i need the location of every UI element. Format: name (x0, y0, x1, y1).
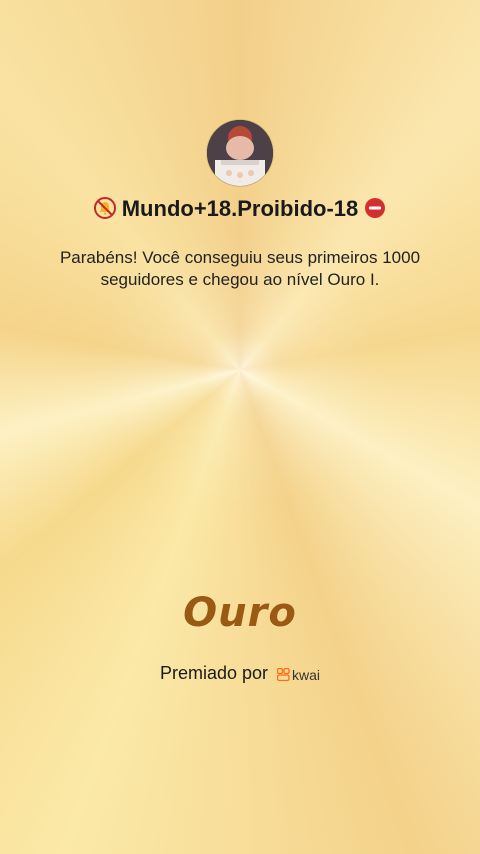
achievement-message: Parabéns! Você conseguiu seus primeiros … (59, 248, 421, 289)
avatar-image (207, 120, 273, 186)
no-bell-icon (93, 197, 116, 225)
username-text: Mundo+18.Proibido-18 (121, 196, 359, 221)
level-title: Ouro (183, 590, 297, 636)
username-line: Mundo+18.Proibido-18 (0, 196, 480, 225)
kwai-brand-name: kwai (292, 666, 321, 683)
avatar[interactable] (207, 120, 273, 186)
no-entry-icon (364, 197, 386, 225)
awarded-by-label: Premiado por (159, 663, 269, 683)
achievement-screen: Mundo+18.Proibido-18 Parabéns! Você cons… (0, 0, 480, 854)
awarded-by: Premiado por kwai (0, 663, 480, 684)
kwai-brand: kwai (277, 667, 320, 683)
kwai-logo-icon (277, 668, 290, 681)
